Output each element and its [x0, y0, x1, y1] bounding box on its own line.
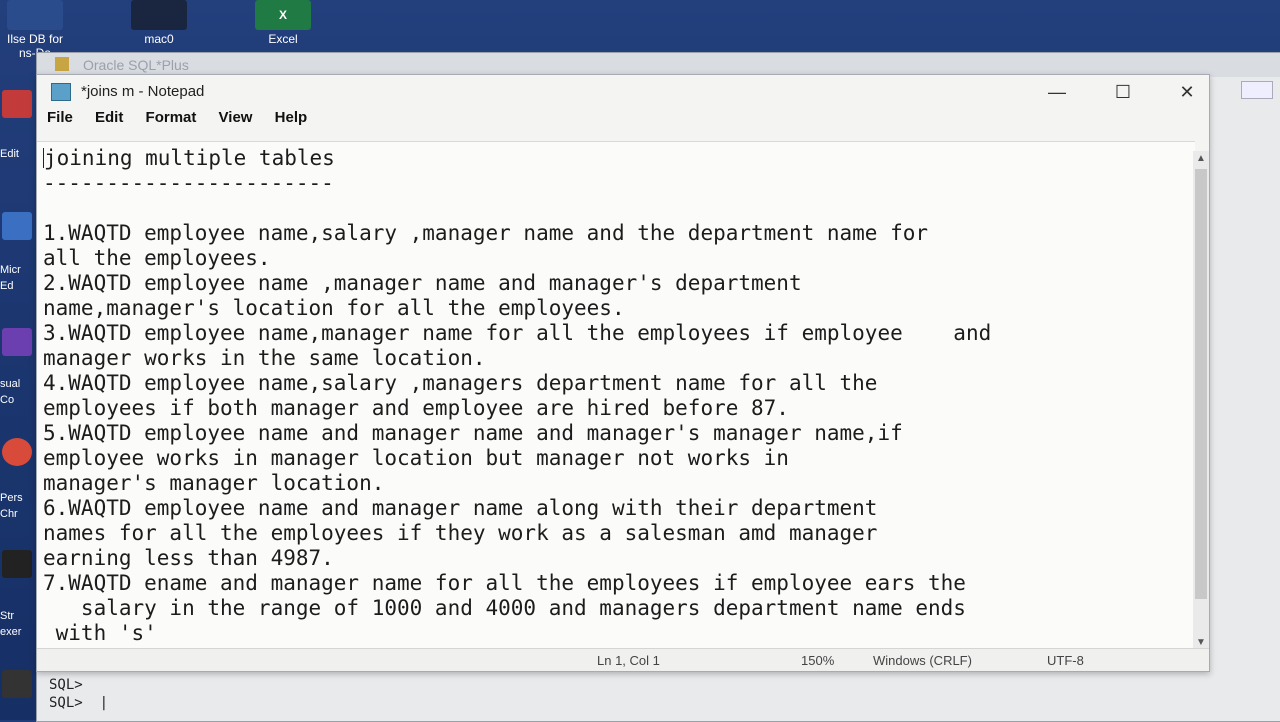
- desktop-label: Co: [0, 394, 15, 406]
- desktop-label: Edit: [0, 148, 19, 160]
- text-line: 7.WAQTD ename and manager name for all t…: [43, 571, 966, 595]
- text-line: [43, 196, 1195, 221]
- desktop-icon-db[interactable]: Ilse DB for ns-Da: [0, 0, 70, 60]
- edge-icon[interactable]: [2, 90, 32, 118]
- text-line: 2.WAQTD employee name ,manager name and …: [43, 271, 802, 295]
- status-bar: Ln 1, Col 1 150% Windows (CRLF) UTF-8: [37, 648, 1209, 671]
- app-icon[interactable]: [2, 550, 32, 578]
- notepad-icon: [51, 83, 71, 101]
- app-icon[interactable]: [2, 670, 32, 698]
- text-line: employees if both manager and employee a…: [43, 396, 789, 420]
- status-zoom: 150%: [801, 653, 835, 668]
- sqlplus-app-icon: [55, 57, 69, 71]
- desktop-icon-excel[interactable]: X Excel: [248, 0, 318, 46]
- desktop-label: Str: [0, 610, 15, 622]
- app-icon[interactable]: [2, 212, 32, 240]
- text-line: with 's': [43, 621, 157, 645]
- sql-prompt-text: SQL>: [49, 695, 83, 711]
- text-caret: [43, 148, 44, 168]
- notepad-titlebar[interactable]: *joins m - Notepad — ☐ ✕: [37, 75, 1209, 109]
- text-line: 5.WAQTD employee name and manager name a…: [43, 421, 903, 445]
- text-line: names for all the employees if they work…: [43, 521, 878, 545]
- close-button[interactable]: ✕: [1167, 79, 1207, 105]
- desktop-label: Ed: [0, 280, 14, 292]
- desktop-icon-label: Ilse DB for: [6, 32, 63, 46]
- desktop-label: exer: [0, 626, 22, 638]
- text-line: joining multiple tables: [43, 146, 335, 170]
- text-line: employee works in manager location but m…: [43, 446, 789, 470]
- menu-format[interactable]: Format: [146, 109, 197, 126]
- menu-file[interactable]: File: [47, 109, 73, 126]
- desktop-left-strip: Edit Micr Ed sual Co Pers Chr Str exer: [0, 80, 38, 720]
- text-line: 6.WAQTD employee name and manager name a…: [43, 496, 878, 520]
- text-line: -----------------------: [43, 171, 334, 195]
- desktop-icon-label: mac0: [144, 32, 174, 46]
- text-line: manager works in the same location.: [43, 346, 486, 370]
- text-line: 1.WAQTD employee name,salary ,manager na…: [43, 221, 929, 245]
- maximize-button[interactable]: ☐: [1103, 79, 1143, 105]
- text-cursor: |: [91, 695, 109, 711]
- text-line: name,manager's location for all the empl…: [43, 296, 625, 320]
- text-line: 3.WAQTD employee name,manager name for a…: [43, 321, 992, 345]
- menu-edit[interactable]: Edit: [95, 109, 123, 126]
- scroll-up-icon[interactable]: ▲: [1193, 151, 1209, 167]
- excel-icon: X: [255, 0, 311, 30]
- desktop-label: sual: [0, 378, 21, 390]
- window-title: *joins m - Notepad: [81, 83, 205, 100]
- text-editor[interactable]: joining multiple tables -----------------…: [37, 141, 1195, 651]
- text-line: salary in the range of 1000 and 4000 and…: [43, 596, 966, 620]
- text-line: manager's manager location.: [43, 471, 385, 495]
- chrome-icon[interactable]: [2, 438, 32, 466]
- text-line: earning less than 4987.: [43, 546, 334, 570]
- sql-prompt-active[interactable]: SQL> |: [49, 695, 108, 711]
- desktop-icon-mac0[interactable]: mac0: [124, 0, 194, 46]
- folder-icon: [131, 0, 187, 30]
- visual-studio-icon[interactable]: [2, 328, 32, 356]
- desktop-label: Pers: [0, 492, 23, 504]
- db-icon: [7, 0, 63, 30]
- desktop-icon-label: Excel: [268, 32, 298, 46]
- minimize-button[interactable]: —: [1037, 79, 1077, 105]
- vertical-scrollbar[interactable]: ▲ ▼: [1193, 151, 1209, 651]
- scroll-thumb[interactable]: [1195, 169, 1207, 599]
- desktop-label: Micr: [0, 264, 21, 276]
- status-line-ending: Windows (CRLF): [873, 653, 972, 668]
- notepad-window[interactable]: *joins m - Notepad — ☐ ✕ File Edit Forma…: [36, 74, 1210, 672]
- text-line: 4.WAQTD employee name,salary ,managers d…: [43, 371, 878, 395]
- desktop-label: Chr: [0, 508, 18, 520]
- sql-prompt: SQL>: [49, 677, 83, 693]
- menu-bar: File Edit Format View Help: [37, 109, 1209, 135]
- minimize-button[interactable]: [1241, 81, 1273, 99]
- menu-help[interactable]: Help: [275, 109, 308, 126]
- sqlplus-title: Oracle SQL*Plus: [83, 57, 189, 73]
- menu-view[interactable]: View: [219, 109, 253, 126]
- text-line: all the employees.: [43, 246, 271, 270]
- status-encoding: UTF-8: [1047, 653, 1084, 668]
- status-position: Ln 1, Col 1: [597, 653, 660, 668]
